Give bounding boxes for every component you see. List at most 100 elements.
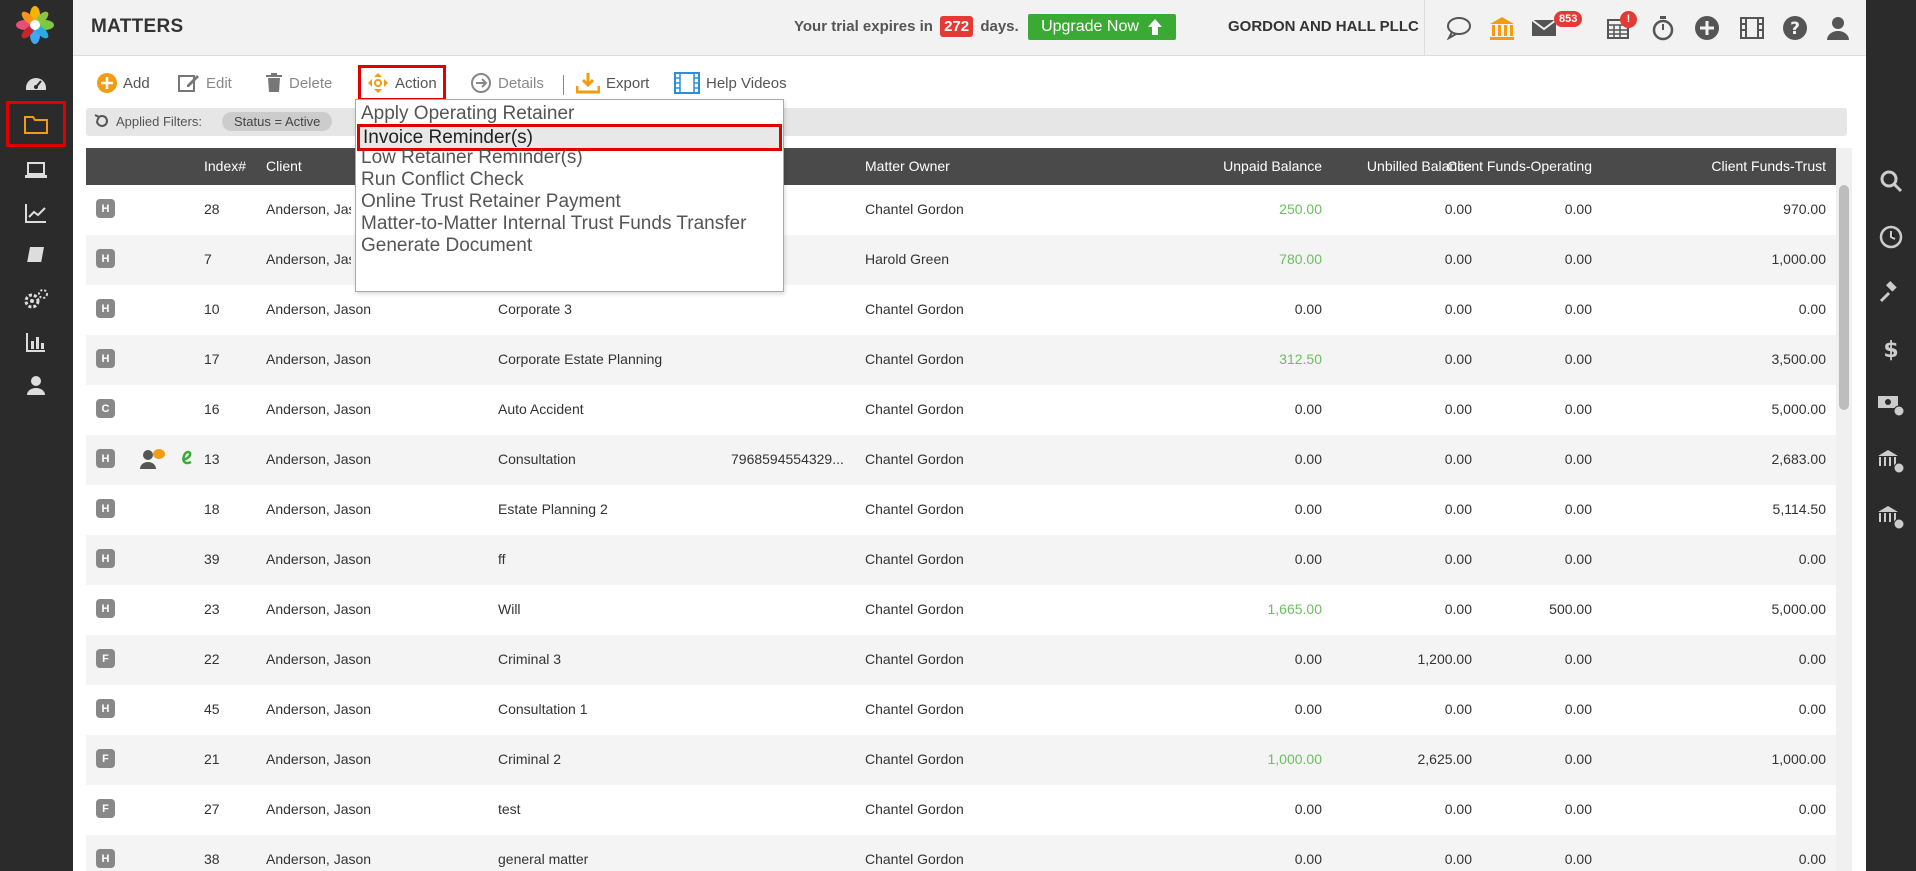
matters-folder-icon[interactable]: [6, 101, 66, 147]
filter-chip-status[interactable]: Status = Active: [222, 112, 333, 131]
table-row[interactable]: H 23 Anderson, Jason Will Chantel Gordon 1,66…: [86, 585, 1836, 635]
cell-unbilled-balance: 0.00: [1444, 601, 1472, 617]
column-header-client-funds-operating[interactable]: Client Funds-Operating: [1447, 158, 1592, 174]
table-row[interactable]: H 17 Anderson, Jason Corporate Estate Plann…: [86, 335, 1836, 385]
book-icon[interactable]: [16, 236, 56, 276]
cell-client-funds-trust: 5,114.50: [1772, 501, 1826, 517]
cell-client-funds-trust: 5,000.00: [1771, 401, 1827, 417]
cash-transfer-icon[interactable]: [1875, 389, 1907, 421]
cell-client-funds-trust: 0.00: [1798, 301, 1826, 317]
cell-unpaid-balance: 780.00: [1279, 251, 1322, 267]
column-header-index[interactable]: Index#: [204, 158, 246, 174]
cell-client-funds-operating: 0.00: [1564, 201, 1592, 217]
column-header-client-funds-trust[interactable]: Client Funds-Trust: [1711, 158, 1826, 174]
cell-matter-owner: Chantel Gordon: [865, 751, 964, 767]
bank-trust-icon[interactable]: [1875, 501, 1907, 533]
edit-pencil-icon: [178, 75, 199, 92]
cell-client-funds-operating: 0.00: [1564, 401, 1592, 417]
laptop-icon[interactable]: [16, 150, 56, 190]
cell-client-funds-operating: 0.00: [1564, 501, 1592, 517]
reports-bar-chart-icon[interactable]: [16, 322, 56, 362]
column-header-unpaid-balance[interactable]: Unpaid Balance: [1223, 158, 1322, 174]
add-circle-icon[interactable]: [1691, 12, 1723, 44]
search-icon[interactable]: [1875, 165, 1907, 197]
film-video-icon[interactable]: [1736, 12, 1768, 44]
client-portal-chat-icon[interactable]: [139, 447, 165, 471]
matter-type-tag: F: [96, 799, 115, 818]
column-header-client[interactable]: Client: [266, 158, 302, 174]
table-row[interactable]: H 7 Anderson, Jason Harold Green 780.00 0.00 0…: [86, 235, 1836, 285]
details-button[interactable]: Details: [470, 70, 544, 96]
cell-client-funds-trust: 0.00: [1798, 651, 1826, 667]
cell-index: 38: [204, 851, 220, 867]
cell-matter-owner: Chantel Gordon: [865, 801, 964, 817]
dashboard-icon[interactable]: [16, 63, 56, 103]
chat-bubble-icon[interactable]: [1443, 12, 1475, 44]
cell-unbilled-balance: 0.00: [1444, 401, 1472, 417]
cell-client-funds-operating: 500.00: [1549, 601, 1592, 617]
applied-filters-bar: Applied Filters: Status = Active: [86, 108, 1847, 136]
help-question-icon[interactable]: ?: [1779, 12, 1811, 44]
action-menu-item[interactable]: Generate Document: [361, 232, 532, 259]
action-menu-item[interactable]: Apply Operating Retainer: [361, 100, 574, 127]
matter-type-tag: H: [96, 199, 115, 218]
upgrade-now-button[interactable]: Upgrade Now: [1028, 14, 1176, 40]
matter-type-tag: H: [96, 549, 115, 568]
trash-icon: [266, 73, 282, 92]
scrollbar-thumb[interactable]: [1839, 185, 1849, 410]
app-logo-icon[interactable]: [14, 4, 56, 46]
cell-client: Anderson, Jason: [266, 351, 372, 367]
user-icon[interactable]: [16, 365, 56, 405]
cell-reference: 7968594554329...: [731, 451, 844, 467]
column-header-matter-owner[interactable]: Matter Owner: [865, 158, 950, 174]
table-row[interactable]: F 27 Anderson, Jason test Chantel Gordon 0.00…: [86, 785, 1836, 835]
cell-unpaid-balance: 0.00: [1294, 401, 1322, 417]
table-row[interactable]: H 28 Anderson, Jason Chantel Gordon 250.00 0.…: [86, 185, 1836, 235]
help-videos-button[interactable]: Help Videos: [674, 70, 787, 96]
cell-unpaid-balance: 0.00: [1294, 651, 1322, 667]
cell-unpaid-balance: 0.00: [1294, 301, 1322, 317]
edit-button[interactable]: Edit: [178, 70, 232, 96]
cell-unpaid-balance: 0.00: [1294, 851, 1322, 867]
cell-client-funds-trust: 970.00: [1783, 201, 1826, 217]
cell-unpaid-balance: 312.50: [1279, 351, 1322, 367]
e-signature-icon[interactable]: [180, 447, 194, 473]
table-row[interactable]: H 18 Anderson, Jason Estate Planning 2 Chant…: [86, 485, 1836, 535]
gavel-icon[interactable]: [1875, 277, 1907, 309]
matter-type-tag: C: [96, 399, 115, 418]
action-button[interactable]: Action: [358, 65, 446, 101]
add-button[interactable]: Add: [97, 70, 150, 96]
bank-icon[interactable]: [1486, 12, 1518, 44]
table-row[interactable]: H 39 Anderson, Jason ff Chantel Gordon 0.00 0.…: [86, 535, 1836, 585]
cell-matter: Corporate Estate Planning: [498, 351, 663, 367]
cell-index: 39: [204, 551, 220, 567]
cell-matter: Will: [498, 601, 521, 617]
stopwatch-icon[interactable]: [1647, 12, 1679, 44]
cell-unpaid-balance: 0.00: [1294, 801, 1322, 817]
table-scrollbar[interactable]: [1836, 148, 1852, 871]
history-clock-icon[interactable]: [1875, 221, 1907, 253]
table-row[interactable]: H 45 Anderson, Jason Consultation 1 Chantel …: [86, 685, 1836, 735]
table-row[interactable]: H 13 Anderson, Jason Consultation 7968594554…: [86, 435, 1836, 485]
action-move-icon: [368, 73, 388, 93]
cell-client: Anderson, Jason: [266, 401, 372, 417]
reset-filters-icon[interactable]: [94, 113, 110, 129]
dollar-icon[interactable]: $: [1875, 333, 1907, 365]
account-user-icon[interactable]: [1822, 12, 1854, 44]
cell-matter: ff: [498, 551, 506, 567]
cell-client-funds-operating: 0.00: [1564, 751, 1592, 767]
cell-client-funds-operating: 0.00: [1564, 551, 1592, 567]
table-row[interactable]: H 38 Anderson, Jason general matter Chantel …: [86, 835, 1836, 871]
bank-operating-icon[interactable]: [1875, 445, 1907, 477]
settings-gears-icon[interactable]: [16, 279, 56, 319]
table-row[interactable]: C 16 Anderson, Jason Auto Accident Chantel G…: [86, 385, 1836, 435]
plus-circle-icon: [97, 73, 117, 93]
table-row[interactable]: H 10 Anderson, Jason Corporate 3 Chantel Gor…: [86, 285, 1836, 335]
trend-chart-icon[interactable]: [16, 193, 56, 233]
cell-client: Anderson, Jason: [266, 251, 351, 267]
table-row[interactable]: F 21 Anderson, Jason Criminal 2 Chantel Gord…: [86, 735, 1836, 785]
export-button[interactable]: Export: [576, 70, 649, 96]
delete-button[interactable]: Delete: [265, 70, 332, 96]
cell-matter: Criminal 3: [498, 651, 562, 667]
table-row[interactable]: F 22 Anderson, Jason Criminal 3 Chantel Gord…: [86, 635, 1836, 685]
